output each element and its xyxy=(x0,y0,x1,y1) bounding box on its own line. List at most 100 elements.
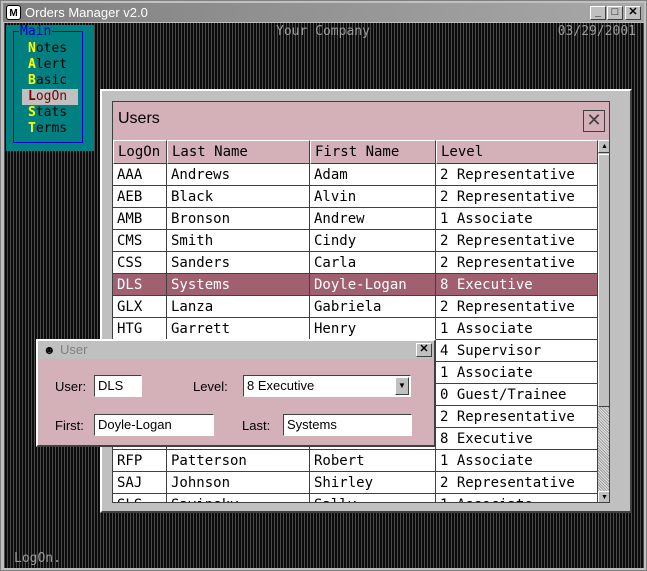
table-row[interactable]: GLX Lanza Gabriela 2 Representative xyxy=(113,296,598,318)
scroll-down-arrow-icon[interactable]: ▼ xyxy=(598,491,609,502)
menu-item-hotkey: T xyxy=(28,121,36,136)
menu-item-hotkey: S xyxy=(28,105,36,120)
table-row[interactable]: HTG Garrett Henry 1 Associate xyxy=(113,318,598,340)
user-field[interactable]: DLS xyxy=(94,375,142,397)
cell-level: 8 Executive xyxy=(436,428,598,450)
users-title: Users xyxy=(118,110,160,127)
menu-item[interactable]: LogOn xyxy=(22,89,78,105)
title-bar[interactable]: M Orders Manager v2.0 _ □ ✕ xyxy=(3,3,644,22)
cell-logon: AEB xyxy=(113,186,167,208)
main-menu-title: Main xyxy=(19,24,53,39)
scroll-track[interactable] xyxy=(598,407,609,491)
menu-item-label: lert xyxy=(35,57,68,72)
cell-last-name: Sanders xyxy=(167,252,310,274)
menu-item-label: erms xyxy=(35,121,68,136)
cell-level: 2 Representative xyxy=(436,186,598,208)
menu-item-label: otes xyxy=(35,41,68,56)
cell-logon: AAA xyxy=(113,164,167,186)
cell-level: 2 Representative xyxy=(436,296,598,318)
cell-last-name: Andrews xyxy=(167,164,310,186)
cell-first-name: Doyle-Logan xyxy=(310,274,436,296)
cell-last-name: Bronson xyxy=(167,208,310,230)
table-row[interactable]: AMB Bronson Andrew 1 Associate xyxy=(113,208,598,230)
status-text: LogOn. xyxy=(14,551,61,566)
level-select[interactable]: 8 Executive ▼ xyxy=(243,375,411,397)
column-header-level[interactable]: Level xyxy=(436,140,598,164)
maximize-button[interactable]: □ xyxy=(607,6,623,20)
menu-item-hotkey: L xyxy=(28,89,36,104)
column-header-logon[interactable]: LogOn xyxy=(113,140,167,164)
app-client-area: Your Company 03/29/2001 Main Notes Alert B… xyxy=(4,23,644,568)
column-header-last-name[interactable]: Last Name xyxy=(167,140,310,164)
main-menu: Main Notes Alert Basic LogOn Stats Terms xyxy=(6,25,94,151)
menu-item[interactable]: Stats xyxy=(22,105,78,121)
cell-level: 1 Associate xyxy=(436,494,598,502)
menu-item-hotkey: B xyxy=(28,73,36,88)
scroll-thumb[interactable] xyxy=(598,154,609,407)
menu-item[interactable]: Alert xyxy=(22,57,78,73)
cell-last-name: Black xyxy=(167,186,310,208)
table-row[interactable]: AEB Black Alvin 2 Representative xyxy=(113,186,598,208)
close-button[interactable]: ✕ xyxy=(625,6,641,20)
cell-first-name: Gabriela xyxy=(310,296,436,318)
table-row[interactable]: AAA Andrews Adam 2 Representative xyxy=(113,164,598,186)
table-row[interactable]: CSS Sanders Carla 2 Representative xyxy=(113,252,598,274)
scroll-up-arrow-icon[interactable]: ▲ xyxy=(598,140,609,153)
cell-last-name: Savinsky xyxy=(167,494,310,502)
user-dialog-close-button[interactable]: ✕ xyxy=(416,343,432,357)
cell-last-name: Systems xyxy=(167,274,310,296)
cell-first-name: Cindy xyxy=(310,230,436,252)
cell-level: 1 Associate xyxy=(436,318,598,340)
cell-logon: CSS xyxy=(113,252,167,274)
cell-last-name: Lanza xyxy=(167,296,310,318)
menu-item[interactable]: Notes xyxy=(22,41,78,57)
cell-logon: CMS xyxy=(113,230,167,252)
cell-level: 4 Supervisor xyxy=(436,340,598,362)
cell-logon: SLS xyxy=(113,494,167,502)
window-title: Orders Manager v2.0 xyxy=(25,5,148,20)
cell-logon: HTG xyxy=(113,318,167,340)
users-close-button[interactable]: ✕ xyxy=(583,110,605,132)
user-label: User: xyxy=(55,379,87,394)
cell-first-name: Robert xyxy=(310,450,436,472)
table-row[interactable]: SLSSavinskySally1 Associate xyxy=(113,494,598,502)
users-scrollbar[interactable]: ▲ ▼ xyxy=(598,140,609,502)
cell-logon: GLX xyxy=(113,296,167,318)
cell-first-name: Andrew xyxy=(310,208,436,230)
current-date: 03/29/2001 xyxy=(557,24,636,39)
table-row[interactable]: DLS Systems Doyle-Logan 8 Executive xyxy=(113,274,598,296)
menu-item-label: asic xyxy=(35,73,68,88)
cell-logon: SAJ xyxy=(113,472,167,494)
column-header-first-name[interactable]: First Name xyxy=(310,140,436,164)
user-dialog: ☻ User ✕ User: DLS Level: 8 Executive ▼ … xyxy=(36,339,436,447)
cell-first-name: Carla xyxy=(310,252,436,274)
cell-logon: AMB xyxy=(113,208,167,230)
app-icon[interactable]: M xyxy=(6,5,21,20)
cell-last-name: Garrett xyxy=(167,318,310,340)
cell-level: 2 Representative xyxy=(436,164,598,186)
last-label: Last: xyxy=(242,418,271,433)
last-name-field[interactable]: Systems xyxy=(283,414,412,436)
cell-level: 1 Associate xyxy=(436,362,598,384)
minimize-button[interactable]: _ xyxy=(590,6,606,20)
cell-first-name: Henry xyxy=(310,318,436,340)
cell-level: 2 Representative xyxy=(436,230,598,252)
cell-first-name: Alvin xyxy=(310,186,436,208)
cell-level: 8 Executive xyxy=(436,274,598,296)
dropdown-arrow-icon[interactable]: ▼ xyxy=(395,377,409,395)
cell-logon: RFP xyxy=(113,450,167,472)
first-label: First: xyxy=(55,418,84,433)
level-label: Level: xyxy=(193,379,228,394)
menu-item[interactable]: Basic xyxy=(22,73,78,89)
first-name-field[interactable]: Doyle-Logan xyxy=(94,414,214,436)
table-row[interactable]: RFP Patterson Robert 1 Associate xyxy=(113,450,598,472)
cell-level: 2 Representative xyxy=(436,472,598,494)
cell-logon: DLS xyxy=(113,274,167,296)
cell-first-name: Sally xyxy=(310,494,436,502)
menu-item[interactable]: Terms xyxy=(22,121,78,137)
cell-level: 0 Guest/Trainee xyxy=(436,384,598,406)
table-row[interactable]: CMS Smith Cindy 2 Representative xyxy=(113,230,598,252)
table-row[interactable]: SAJ Johnson Shirley 2 Representative xyxy=(113,472,598,494)
user-dialog-titlebar[interactable]: ☻ User ✕ xyxy=(38,341,434,359)
cell-level: 2 Representative xyxy=(436,406,598,428)
